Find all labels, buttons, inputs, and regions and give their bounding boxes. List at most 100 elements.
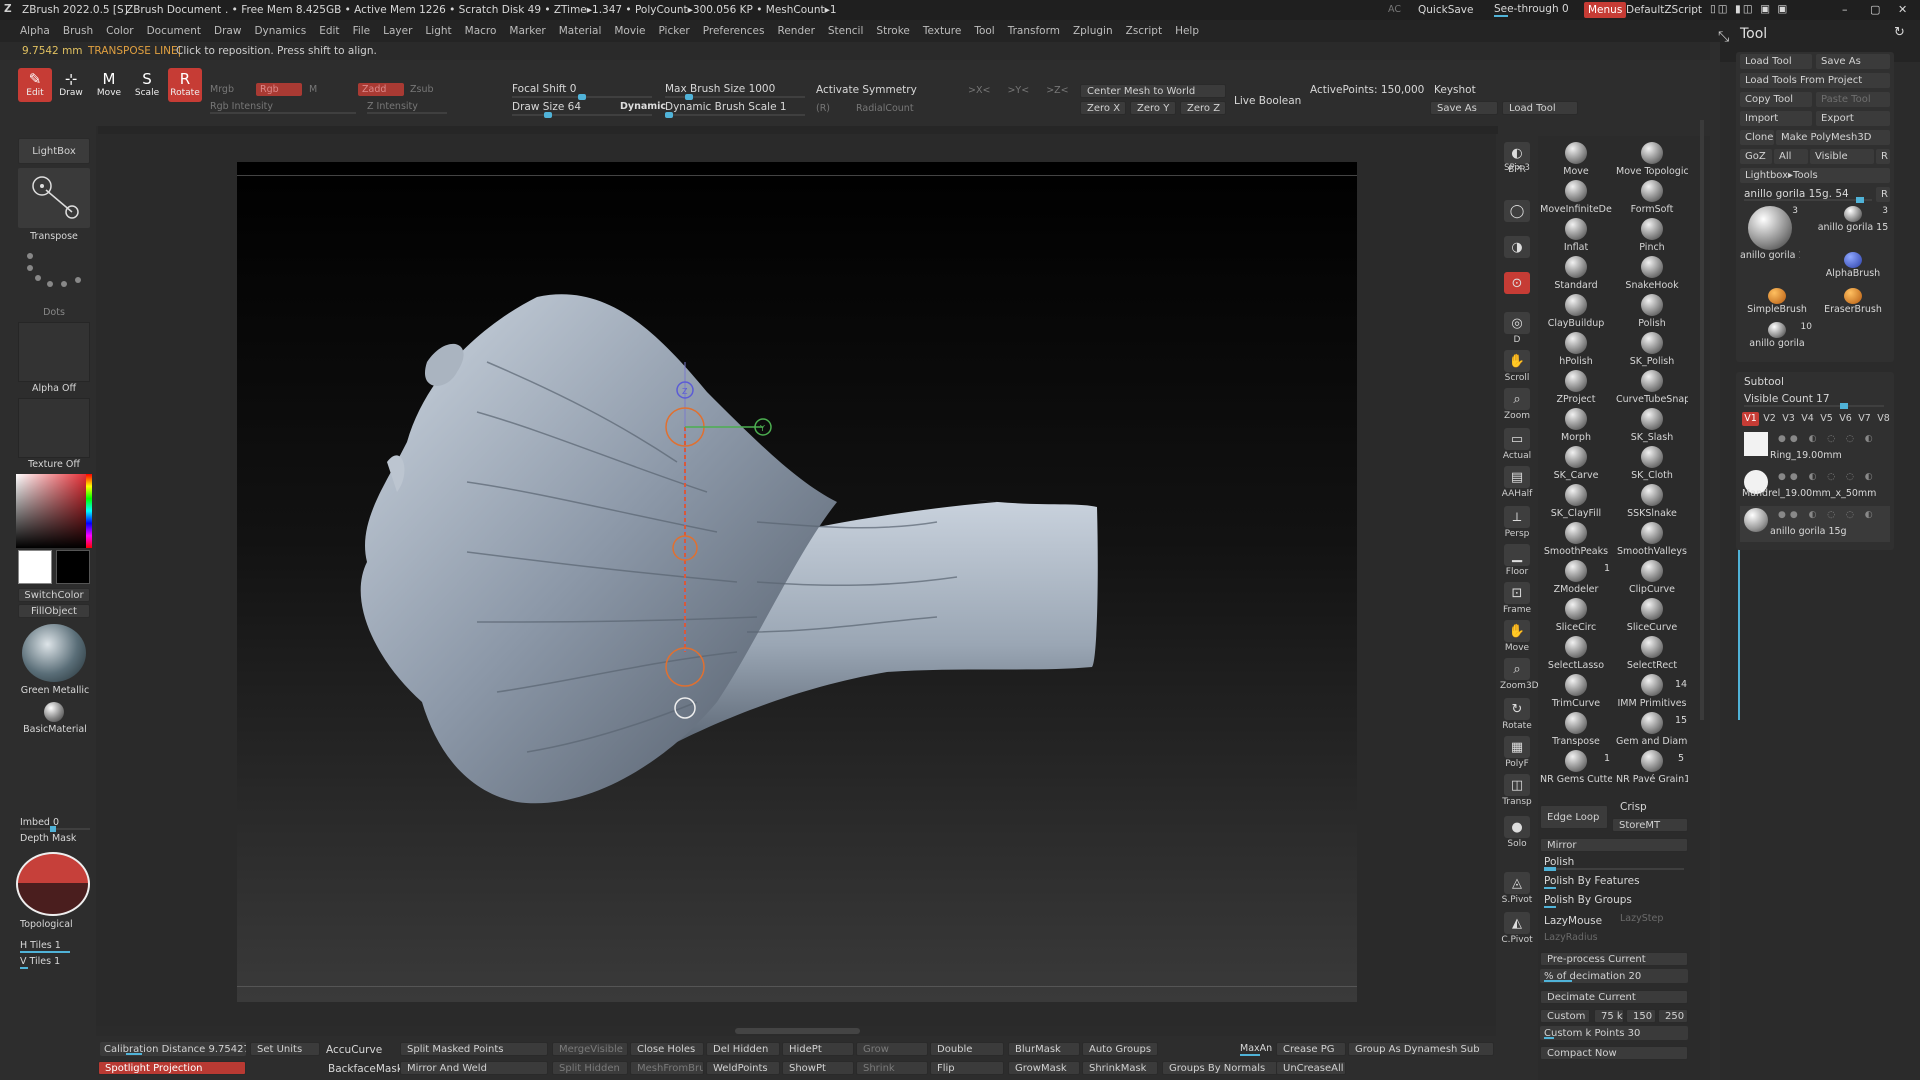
menu-movie[interactable]: Movie (614, 26, 645, 37)
brush-sk-slash[interactable]: SK_Slash (1616, 408, 1688, 446)
brush-slicecirc[interactable]: SliceCirc (1540, 598, 1612, 636)
version-tab-v5[interactable]: V5 (1818, 412, 1835, 426)
subtool-toggles-icon[interactable]: ●● ◐ ◌ ◌ ◐ (1778, 472, 1877, 482)
view-button-bpr[interactable]: ◐ BPR SPix 3 (1500, 142, 1534, 178)
z-intensity-slider[interactable]: Z Intensity (367, 102, 418, 112)
quicksave-button[interactable]: QuickSave (1418, 5, 1473, 16)
menu-marker[interactable]: Marker (509, 26, 545, 37)
mesh-from-brush-button[interactable]: MeshFromBrush (630, 1061, 704, 1075)
color-picker[interactable] (16, 474, 90, 548)
auto-groups-button[interactable]: Auto Groups (1082, 1042, 1158, 1056)
menu-draw[interactable]: Draw (214, 26, 241, 37)
merge-visible-button[interactable]: MergeVisible (552, 1042, 628, 1056)
brush-curvetubesnap[interactable]: CurveTubeSnap (1616, 370, 1688, 408)
defaultzscript-button[interactable]: DefaultZScript (1626, 5, 1702, 16)
k250-button[interactable]: 250 k (1658, 1009, 1688, 1023)
brush-sk-clayfill[interactable]: SK_ClayFill (1540, 484, 1612, 522)
lazystep-slider[interactable]: LazyStep (1620, 914, 1663, 924)
maximize-icon[interactable]: ▢ (1870, 4, 1880, 15)
topological-button[interactable]: Topological (20, 920, 73, 930)
calibration-slider[interactable]: Calibration Distance 9.75427 (100, 1042, 246, 1056)
subtool-item[interactable]: ●● ◐ ◌ ◌ ◐ Mandrel_19.00mm_x_50mm (1740, 468, 1890, 504)
view-button-transp[interactable]: ◫ Transp (1500, 774, 1534, 810)
crisp-toggle[interactable]: Crisp (1620, 802, 1647, 813)
menu-document[interactable]: Document (147, 26, 201, 37)
ac-indicator[interactable]: AC (1388, 5, 1401, 15)
menu-picker[interactable]: Picker (658, 26, 689, 37)
lightbox-tools-button[interactable]: Lightbox▸Tools (1740, 168, 1890, 183)
brush-zproject[interactable]: ZProject (1540, 370, 1612, 408)
mode-draw-button[interactable]: ⊹ Draw (54, 68, 88, 102)
shrink-button[interactable]: Shrink (856, 1061, 928, 1075)
tool-thumb-2[interactable]: AlphaBrush (1816, 252, 1890, 282)
brush-morph[interactable]: Morph (1540, 408, 1612, 446)
maxangle-slider[interactable]: MaxAn (1240, 1044, 1272, 1054)
brush-standard[interactable]: Standard (1540, 256, 1612, 294)
goz-all-button[interactable]: All (1774, 149, 1808, 164)
brush-transpose[interactable]: Transpose (1540, 712, 1612, 750)
mirror-and-weld-button[interactable]: Mirror And Weld (400, 1061, 548, 1075)
toolbar-save-as-button[interactable]: Save As (1430, 101, 1498, 115)
menu-brush[interactable]: Brush (63, 26, 93, 37)
subtool-toggles-icon[interactable]: ●● ◐ ◌ ◌ ◐ (1778, 510, 1877, 520)
mrgb-button[interactable]: Mrgb (210, 85, 234, 95)
dots-stroke-thumb[interactable] (18, 248, 90, 298)
tool-thumb-4[interactable]: EraserBrush (1816, 288, 1890, 318)
brush-inflat[interactable]: Inflat (1540, 218, 1612, 256)
switchcolor-button[interactable]: SwitchColor (18, 588, 90, 602)
draw-size-slider[interactable]: Draw Size 64 (512, 102, 581, 113)
menu-transform[interactable]: Transform (1008, 26, 1060, 37)
load-from-project-button[interactable]: Load Tools From Project (1740, 73, 1890, 88)
menu-tool[interactable]: Tool (974, 26, 994, 37)
menu-render[interactable]: Render (778, 26, 815, 37)
view-button-aahalf[interactable]: ▤ AAHalf (1500, 466, 1534, 502)
mode-edit-button[interactable]: ✎ Edit (18, 68, 52, 102)
max-brush-size-handle[interactable] (685, 94, 693, 100)
clone-button[interactable]: Clone (1740, 130, 1774, 145)
brush-sk-polish[interactable]: SK_Polish (1616, 332, 1688, 370)
version-tab-v1[interactable]: V1 (1742, 412, 1759, 426)
mode-rotate-button[interactable]: R Rotate (168, 68, 202, 102)
lazymouse-toggle[interactable]: LazyMouse (1544, 916, 1602, 927)
brush-snakehook[interactable]: SnakeHook (1616, 256, 1688, 294)
toolbar-load-tool-button[interactable]: Load Tool (1502, 101, 1578, 115)
mode-move-button[interactable]: M Move (92, 68, 126, 102)
brush-selectrect[interactable]: SelectRect (1616, 636, 1688, 674)
custom-points-slider[interactable]: Custom k Points 30 (1540, 1026, 1688, 1040)
spotlight-projection-button[interactable]: Spotlight Projection (98, 1061, 246, 1075)
subtool-toggles-icon[interactable]: ●● ◐ ◌ ◌ ◐ (1778, 434, 1877, 444)
compact-now-button[interactable]: Compact Now (1540, 1046, 1688, 1060)
panel-reset-icon[interactable]: ↻ (1894, 26, 1905, 39)
mode-scale-button[interactable]: S Scale (130, 68, 164, 102)
brush-polish[interactable]: Polish (1616, 294, 1688, 332)
visible-count-handle[interactable] (1840, 403, 1848, 409)
version-tab-v2[interactable]: V2 (1761, 412, 1778, 426)
brush-trimcurve[interactable]: TrimCurve (1540, 674, 1612, 712)
rgb-intensity-slider[interactable]: Rgb Intensity (210, 102, 273, 112)
view-button-item2[interactable]: ◑ (1500, 236, 1534, 272)
texture-thumb[interactable] (18, 398, 90, 458)
paste-tool-button[interactable]: Paste Tool (1816, 92, 1890, 107)
view-button-s-pivot[interactable]: ◬ S.Pivot (1500, 872, 1534, 908)
crease-pg-button[interactable]: Crease PG (1276, 1042, 1346, 1056)
view-button-item3[interactable]: ⊙ (1500, 272, 1534, 308)
zero-x-button[interactable]: Zero X (1080, 101, 1126, 115)
preprocess-button[interactable]: Pre-process Current (1540, 952, 1688, 966)
grow-button[interactable]: Grow (856, 1042, 928, 1056)
brush-sk-cloth[interactable]: SK_Cloth (1616, 446, 1688, 484)
version-tab-v7[interactable]: V7 (1856, 412, 1873, 426)
storemt-button[interactable]: StoreMT (1612, 818, 1688, 832)
tool-thumb-3[interactable]: SimpleBrush (1740, 288, 1814, 318)
focal-shift-handle[interactable] (578, 94, 586, 100)
brush-smoothpeaks[interactable]: SmoothPeaks (1540, 522, 1612, 560)
edge-loop-button[interactable]: Edge Loop (1540, 805, 1608, 829)
activate-symmetry-button[interactable]: Activate Symmetry (816, 85, 917, 96)
version-tab-v3[interactable]: V3 (1780, 412, 1797, 426)
tool-thumb-5[interactable]: anillo gorila 10 (1740, 322, 1814, 356)
radial-r-toggle[interactable]: (R) (816, 104, 830, 114)
split-masked-points-button[interactable]: Split Masked Points (400, 1042, 548, 1056)
blurmask-button[interactable]: BlurMask (1008, 1042, 1080, 1056)
keyshot-button[interactable]: Keyshot (1434, 85, 1476, 96)
groups-by-normals-button[interactable]: Groups By Normals (1162, 1061, 1278, 1075)
tool-thumb-0[interactable]: anillo gorila 15 3 (1740, 206, 1800, 278)
